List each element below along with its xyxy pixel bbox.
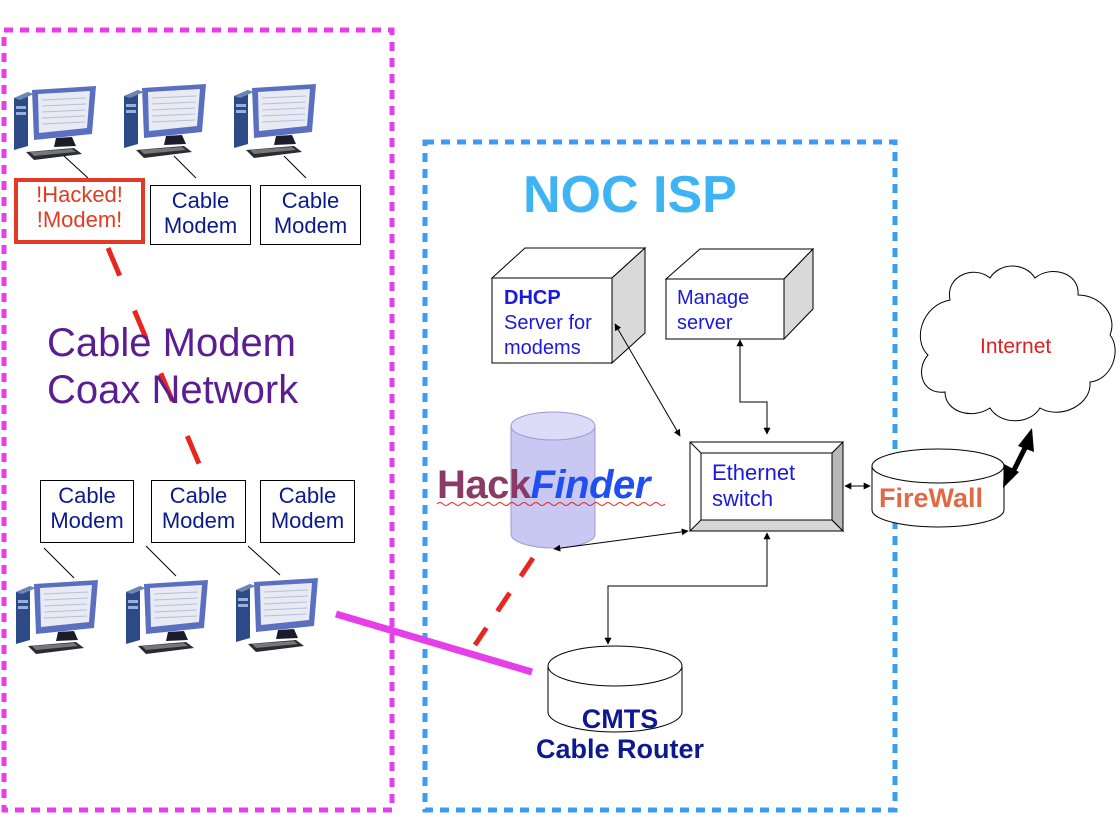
cmts-label-line2: Cable Router: [535, 734, 705, 764]
firewall-internet-link: [1003, 428, 1034, 488]
coax-title-line2: Coax Network: [47, 368, 299, 412]
cable-modem-box: Cable Modem: [40, 480, 134, 543]
modem-label-line2: Modem: [163, 213, 238, 238]
cmts-label-line1: CMTS: [581, 704, 659, 734]
pc-icon: [125, 579, 209, 655]
modem-pc-link: [247, 545, 281, 576]
hacked-modem-line2: !Modem!: [36, 207, 123, 232]
cmts-label: CMTS Cable Router: [522, 704, 718, 764]
switch-cmts-link: [604, 532, 771, 645]
modem-pc-link: [43, 547, 75, 579]
hackfinder-label-part2: Finder: [530, 463, 651, 507]
switch-dhcp-link: [614, 323, 681, 437]
cable-modem-box: Cable Modem: [260, 185, 361, 245]
pc-icon: [13, 85, 97, 161]
modem-label-line2: Modem: [273, 213, 348, 238]
switch-label-line2: switch: [712, 486, 774, 511]
pc-modem-link: [63, 155, 89, 179]
cable-modem-box: Cable Modem: [151, 480, 246, 543]
coax-title-line1: Cable Modem: [47, 321, 297, 365]
pc-modem-link: [283, 155, 307, 179]
cable-modem-box: Cable Modem: [260, 480, 355, 543]
coax-network-zone-border: [1, 27, 395, 813]
coax-cable-line: [335, 610, 533, 676]
cable-modem-box: Cable Modem: [150, 185, 251, 245]
dhcp-label-line1: DHCP: [504, 287, 561, 309]
hackfinder-label: HackFinder: [437, 464, 650, 506]
dhcp-server-label: DHCP Server for modems: [504, 286, 592, 361]
modem-label-line1: Cable: [171, 188, 230, 213]
coax-network-title: Cable Modem Coax Network: [47, 320, 298, 414]
modem-label-line1: Cable: [278, 483, 337, 508]
modem-label-line2: Modem: [50, 508, 124, 533]
pc-modem-link: [173, 155, 197, 179]
ethernet-switch-label: Ethernet switch: [712, 460, 795, 512]
modem-pc-link: [145, 545, 177, 577]
modem-label-line1: Cable: [169, 483, 228, 508]
hackfinder-trace-line: [472, 556, 536, 647]
hacked-modem-box: !Hacked! !Modem!: [14, 178, 145, 244]
firewall-label: FireWall: [879, 483, 984, 513]
modem-label-line2: Modem: [161, 508, 236, 533]
manage-label-line2: server: [677, 312, 733, 334]
manage-label-line1: Manage: [677, 287, 750, 309]
modem-label-line1: Cable: [281, 188, 340, 213]
manage-server-label: Manage server: [677, 286, 749, 336]
hackfinder-label-part1: Hack: [437, 463, 531, 507]
dhcp-label-line2: Server for: [504, 312, 592, 334]
pc-icon: [123, 83, 207, 159]
pc-icon: [235, 577, 319, 653]
noc-isp-title: NOC ISP: [523, 166, 737, 224]
pc-icon: [15, 579, 99, 655]
modem-label-line2: Modem: [270, 508, 345, 533]
switch-manage-link: [736, 339, 771, 435]
switch-label-line1: Ethernet: [712, 460, 796, 485]
dhcp-label-line3: modems: [504, 337, 581, 359]
internet-label: Internet: [980, 335, 1052, 358]
modem-label-line1: Cable: [58, 483, 116, 508]
pc-icon: [233, 83, 317, 159]
hacked-modem-line1: !Hacked!: [36, 182, 123, 207]
